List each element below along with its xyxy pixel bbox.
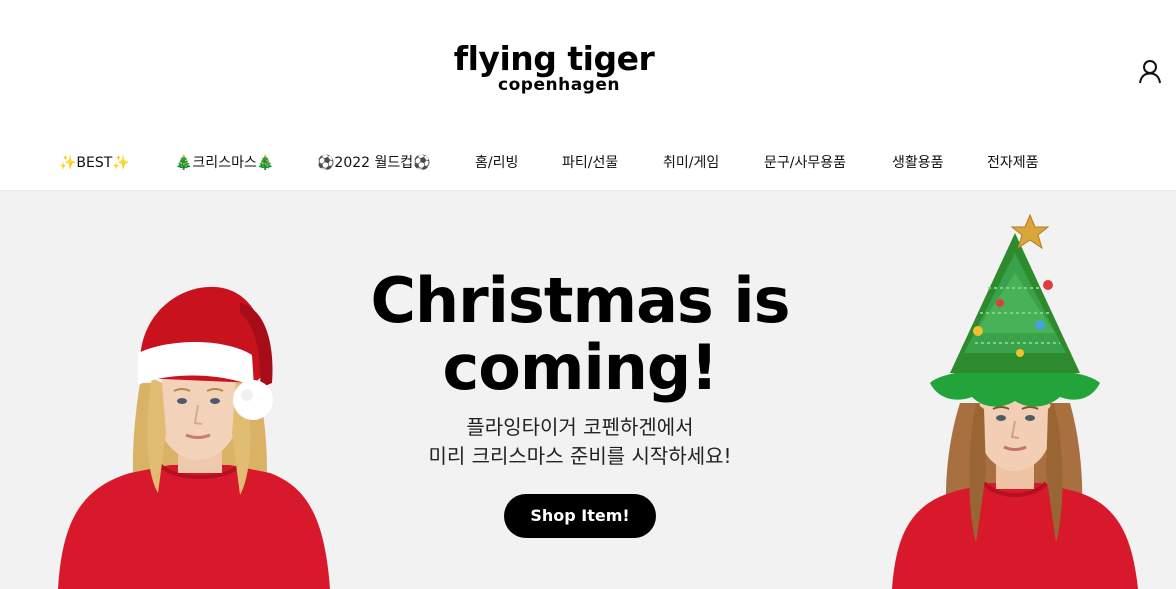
user-icon [1139,60,1161,84]
hero-banner[interactable]: Christmas is coming! 플라잉타이거 코펜하겐에서 미리 크리… [0,191,1176,589]
nav-item-home-living[interactable]: 홈/리빙 [475,152,518,174]
hero-title-line-2: coming! [442,331,719,404]
nav-item-worldcup[interactable]: ⚽2022 월드컵⚽ [317,152,431,174]
shop-item-button[interactable]: Shop Item! [504,494,656,538]
nav-item-stationery[interactable]: 문구/사무용품 [764,152,846,174]
logo-subline: copenhagen [498,75,620,95]
hero-subtitle-line-1: 플라잉타이거 코펜하겐에서 [466,415,694,439]
hero-title: Christmas is coming! [330,267,830,401]
nav-item-electronics[interactable]: 전자제품 [987,152,1039,174]
hero-subtitle-line-2: 미리 크리스마스 준비를 시작하세요! [428,444,732,468]
woman-christmas-tree-hat-image [880,213,1150,589]
user-account-button[interactable] [1136,58,1164,86]
nav-item-party-gifts[interactable]: 파티/선물 [562,152,618,174]
main-navigation: ✨BEST✨ 🎄크리스마스🎄 ⚽2022 월드컵⚽ 홈/리빙 파티/선물 취미/… [0,146,1176,180]
woman-santa-hat-image [40,283,340,589]
nav-item-hobby-games[interactable]: 취미/게임 [663,152,719,174]
nav-item-christmas[interactable]: 🎄크리스마스🎄 [175,152,274,174]
hero-title-line-1: Christmas is [370,264,790,337]
logo-wordmark: flying tiger [453,39,655,78]
site-header: flying tiger copenhagen ✨BEST✨ 🎄크리스마스🎄 ⚽… [0,0,1176,191]
nav-item-household[interactable]: 생활용품 [892,152,944,174]
nav-item-best[interactable]: ✨BEST✨ [59,152,130,174]
brand-logo[interactable]: flying tiger copenhagen [449,40,659,102]
hero-subtitle: 플라잉타이거 코펜하겐에서 미리 크리스마스 준비를 시작하세요! [380,413,780,471]
